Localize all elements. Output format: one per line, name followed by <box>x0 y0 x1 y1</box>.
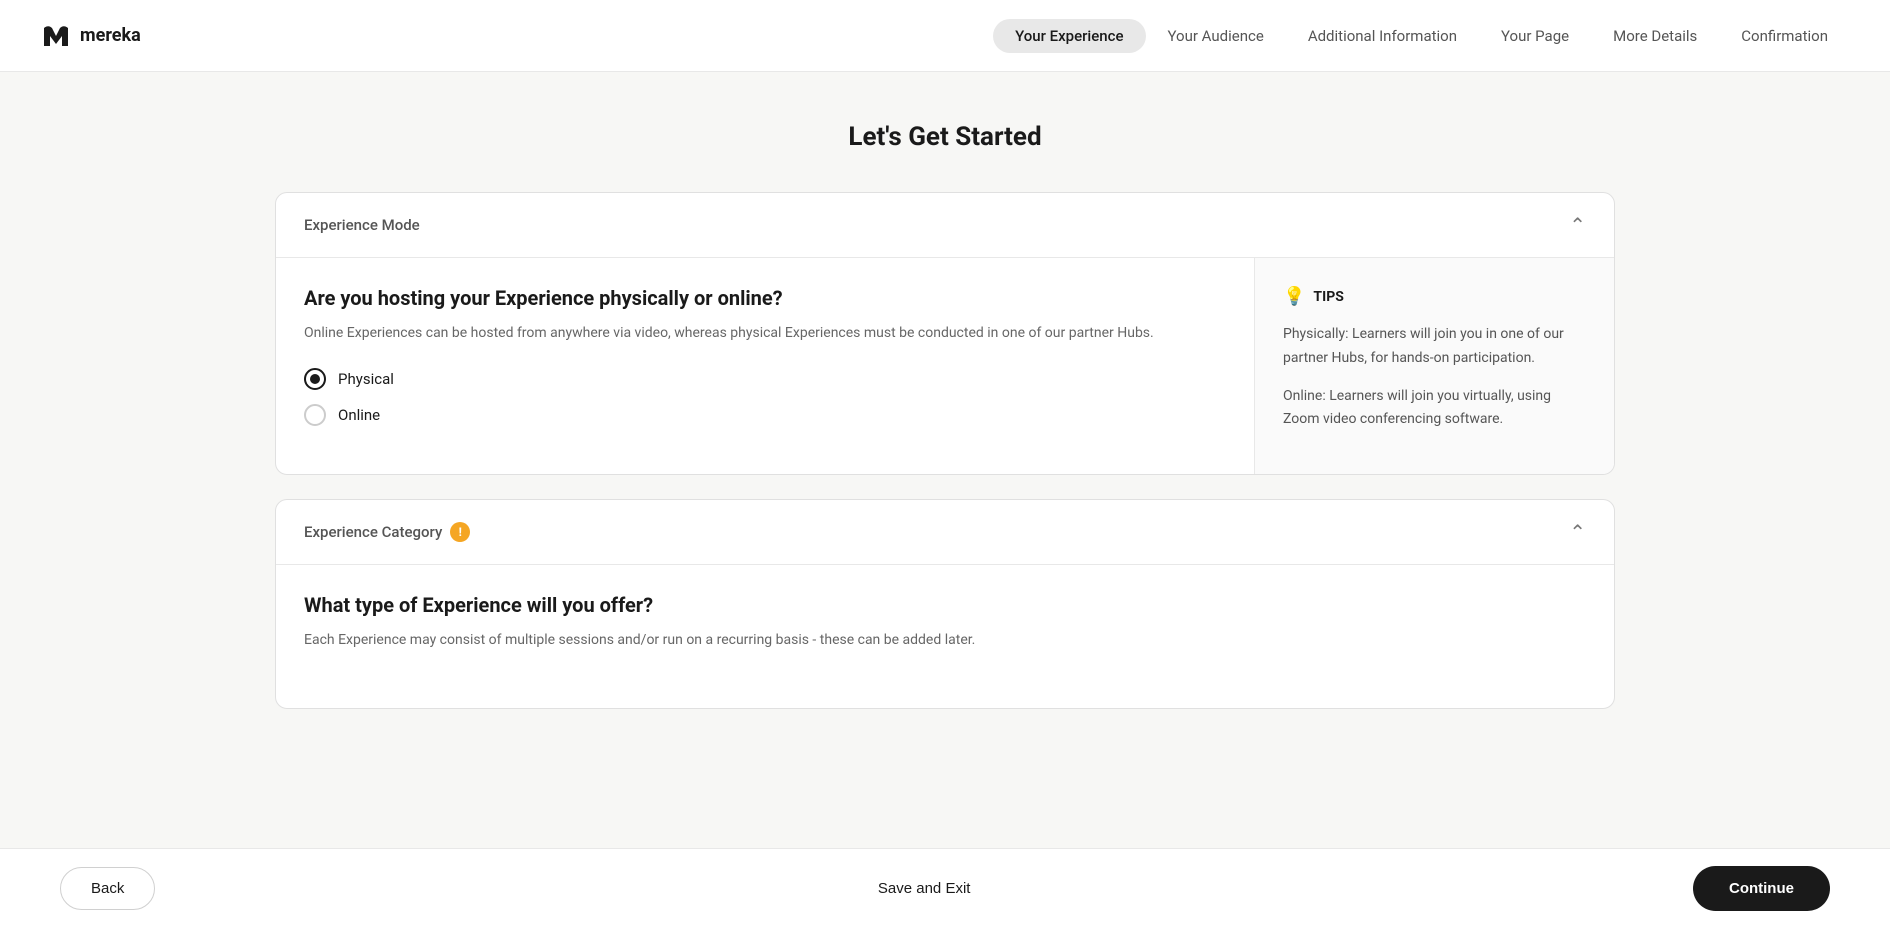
tips-text-physical: Physically: Learners will join you in on… <box>1283 323 1586 371</box>
radio-circle-online <box>304 404 326 426</box>
footer: Back Save and Exit Continue <box>0 848 1890 928</box>
experience-category-header: Experience Category ! ⌃ <box>276 500 1614 565</box>
experience-mode-card: Experience Mode ⌃ Are you hosting your E… <box>275 192 1615 475</box>
main-nav: Your Experience Your Audience Additional… <box>993 19 1850 53</box>
nav-item-confirmation[interactable]: Confirmation <box>1719 19 1850 53</box>
experience-category-question: What type of Experience will you offer? <box>304 593 1586 617</box>
radio-option-online[interactable]: Online <box>304 404 1226 426</box>
tips-header: 💡 TIPS <box>1283 286 1586 307</box>
experience-mode-options: Physical Online <box>304 368 1226 426</box>
radio-label-physical: Physical <box>338 370 394 388</box>
experience-mode-main: Are you hosting your Experience physical… <box>276 258 1254 474</box>
save-exit-button[interactable]: Save and Exit <box>878 880 971 897</box>
experience-mode-label: Experience Mode <box>304 216 420 234</box>
radio-inner-physical <box>310 374 320 384</box>
tips-label: TIPS <box>1313 289 1343 305</box>
experience-mode-question: Are you hosting your Experience physical… <box>304 286 1226 310</box>
experience-mode-header: Experience Mode ⌃ <box>276 193 1614 258</box>
tips-text-online: Online: Learners will join you virtually… <box>1283 385 1586 433</box>
experience-category-collapse-icon[interactable]: ⌃ <box>1569 520 1586 544</box>
header: mereka Your Experience Your Audience Add… <box>0 0 1890 72</box>
radio-circle-physical <box>304 368 326 390</box>
experience-mode-tips: 💡 TIPS Physically: Learners will join yo… <box>1254 258 1614 474</box>
main-content: Let's Get Started Experience Mode ⌃ Are … <box>195 72 1695 853</box>
tips-bulb-icon: 💡 <box>1283 286 1305 307</box>
nav-item-your-page[interactable]: Your Page <box>1479 19 1591 53</box>
nav-item-additional-information[interactable]: Additional Information <box>1286 19 1479 53</box>
experience-category-card: Experience Category ! ⌃ What type of Exp… <box>275 499 1615 708</box>
radio-label-online: Online <box>338 406 380 424</box>
experience-category-description: Each Experience may consist of multiple … <box>304 629 1586 651</box>
page-title: Let's Get Started <box>275 122 1615 152</box>
logo: mereka <box>40 20 141 52</box>
nav-item-more-details[interactable]: More Details <box>1591 19 1719 53</box>
experience-mode-description: Online Experiences can be hosted from an… <box>304 322 1226 344</box>
logo-icon <box>40 20 72 52</box>
nav-item-your-experience[interactable]: Your Experience <box>993 19 1145 53</box>
experience-category-label: Experience Category ! <box>304 522 470 542</box>
warning-badge: ! <box>450 522 470 542</box>
radio-option-physical[interactable]: Physical <box>304 368 1226 390</box>
nav-item-your-audience[interactable]: Your Audience <box>1146 19 1286 53</box>
continue-button[interactable]: Continue <box>1693 866 1830 911</box>
experience-category-body: What type of Experience will you offer? … <box>276 565 1614 707</box>
logo-text: mereka <box>80 25 141 46</box>
experience-mode-body: Are you hosting your Experience physical… <box>276 258 1614 474</box>
experience-mode-collapse-icon[interactable]: ⌃ <box>1569 213 1586 237</box>
back-button[interactable]: Back <box>60 867 155 910</box>
